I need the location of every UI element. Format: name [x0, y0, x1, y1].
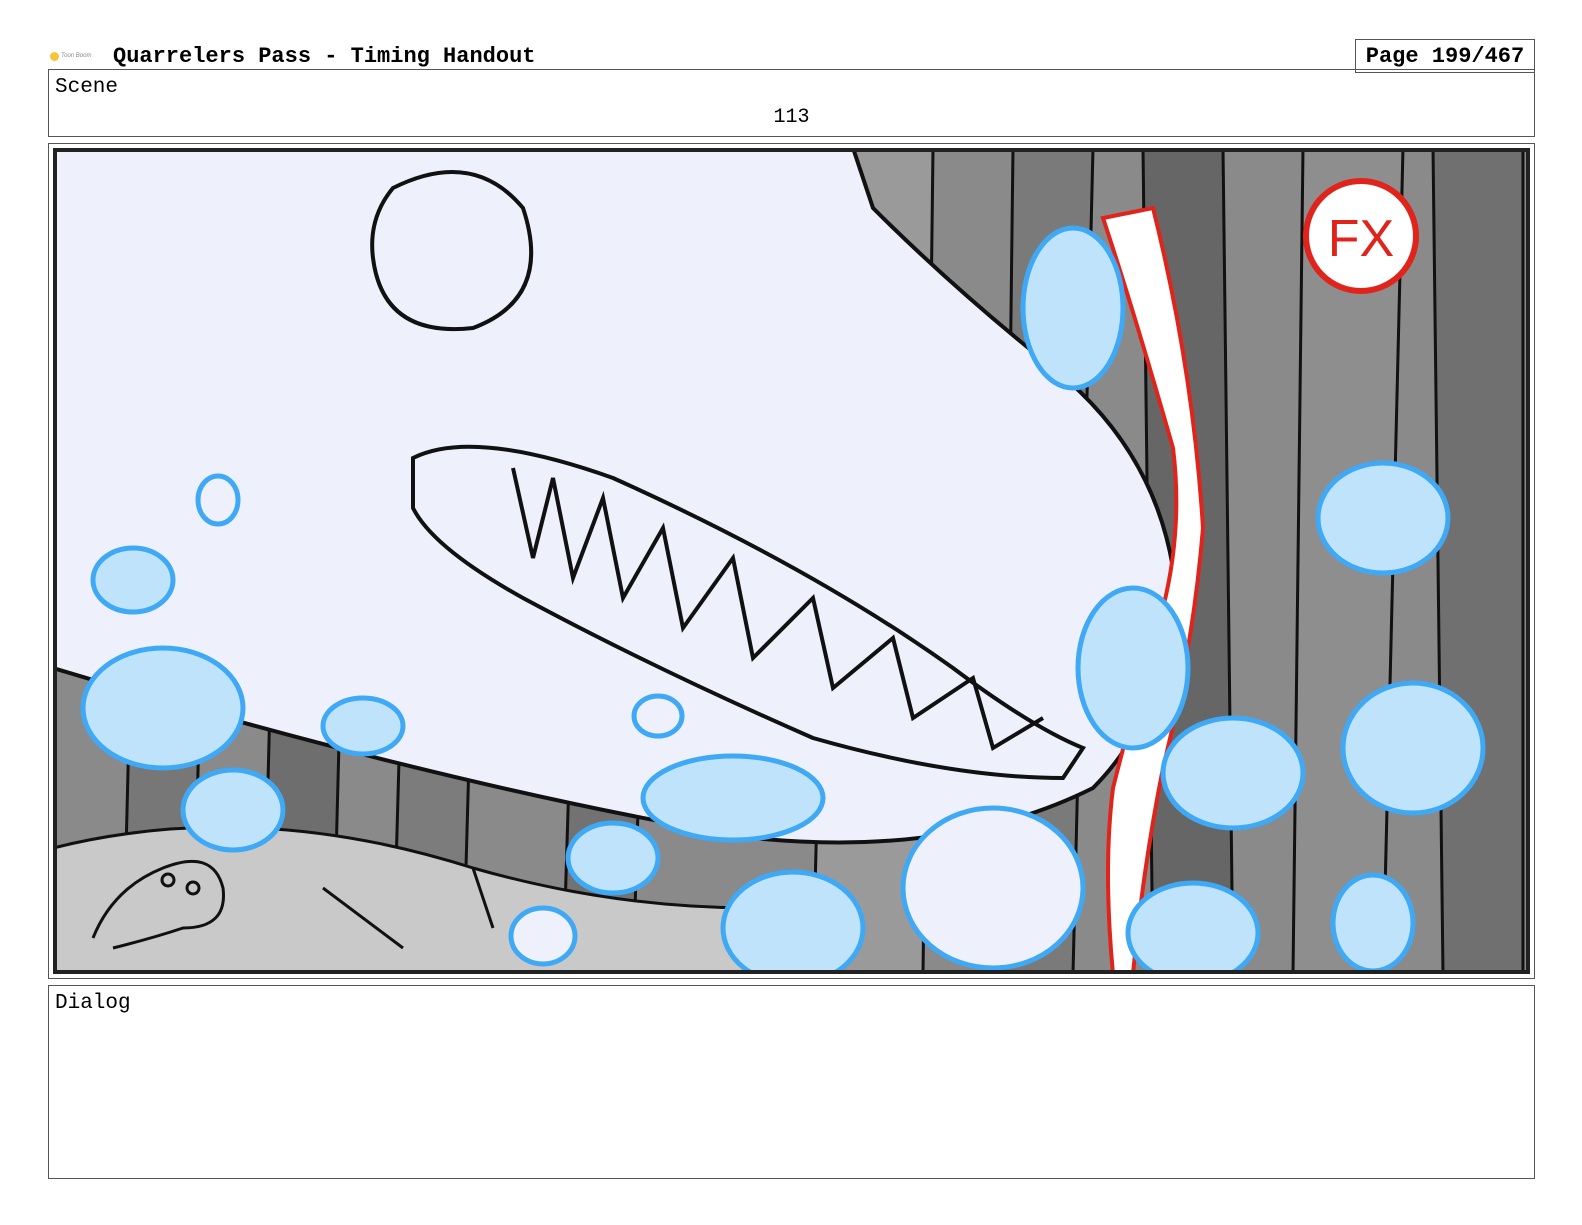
logo-star-icon [50, 51, 59, 61]
fx-badge-label: FX [1328, 210, 1394, 268]
document-title: Quarrelers Pass - Timing Handout [113, 44, 536, 69]
fx-badge: FX [1303, 178, 1419, 294]
toon-boom-logo: Toon Boom [50, 48, 98, 64]
scene-label: Scene [55, 76, 119, 99]
scene-number: 113 [773, 106, 810, 129]
page-indicator: Page 199/467 [1355, 39, 1535, 73]
dialog-label: Dialog [55, 992, 131, 1015]
scene-section: Scene 113 [48, 69, 1535, 137]
creature-eye [370, 170, 534, 332]
storyboard-drawing: FX [53, 148, 1530, 974]
dialog-section: Dialog [48, 985, 1535, 1179]
logo-text: Toon Boom [61, 53, 92, 59]
storyboard-panel: FX [48, 143, 1535, 979]
